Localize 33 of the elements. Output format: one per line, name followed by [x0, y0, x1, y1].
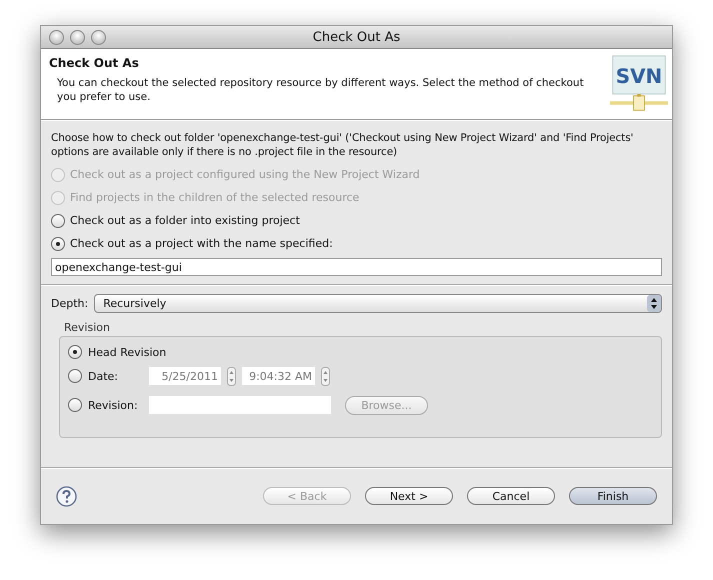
radio-label: Check out as a folder into existing project — [70, 214, 300, 227]
window-title: Check Out As — [312, 30, 402, 44]
time-field[interactable]: 9:04:32 AM — [242, 367, 315, 385]
radio-button[interactable] — [68, 345, 82, 359]
stepper-icon — [647, 295, 661, 312]
instruction-text: Choose how to check out folder 'openexchange-test-gui' ('Checkout using New Project Wizard' and 'Find Projects' options are available only if there is no .project file in the resource) — [51, 131, 634, 159]
window-control-icon[interactable] — [70, 30, 85, 44]
date-field[interactable]: 5/25/2011 — [149, 367, 221, 385]
help-icon[interactable] — [56, 486, 77, 506]
page-title: Check Out As — [49, 56, 140, 70]
page-description: You can checkout the selected repository resource by different ways. Select the method of checkout you prefer to use. — [56, 76, 585, 104]
radio-button[interactable] — [51, 236, 65, 250]
radio-label: Check out as a project configured using the New Project Wizard — [70, 168, 420, 181]
dialog-button[interactable]: Cancel — [467, 487, 555, 505]
project-name-field[interactable]: openexchange-test-gui — [51, 258, 662, 276]
window-control-icon[interactable] — [91, 30, 106, 44]
radio-label: Head Revision — [88, 346, 166, 358]
depth-label: Depth: — [51, 297, 88, 310]
window-control-icon[interactable] — [49, 30, 64, 44]
dialog-button[interactable]: Next > — [365, 487, 453, 505]
radio-button[interactable] — [51, 214, 65, 228]
group-title: Revision — [64, 321, 111, 334]
revision-field[interactable] — [149, 396, 331, 414]
stepper-icon[interactable] — [227, 366, 236, 386]
depth-dropdown[interactable]: Recursively — [94, 294, 662, 313]
radio-label: Find projects in the children of the selected resource — [70, 191, 360, 204]
radio-button[interactable] — [68, 398, 82, 412]
radio-label: Date: — [88, 370, 119, 382]
dialog-button[interactable]: Finish — [569, 487, 657, 505]
radio-button[interactable] — [68, 369, 82, 383]
stepper-icon[interactable] — [321, 366, 330, 386]
radio-label: Check out as a project with the name specified: — [70, 237, 333, 250]
radio-label: Revision: — [88, 398, 139, 412]
